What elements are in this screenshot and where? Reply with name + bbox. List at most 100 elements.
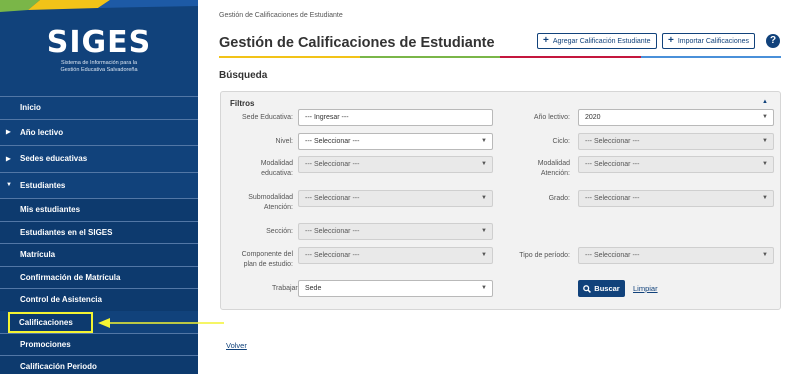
sidebar-item-mis-estudiantes[interactable]: Mis estudiantes <box>0 198 198 221</box>
anio-lectivo-select[interactable]: 2020 ▼ <box>578 109 774 126</box>
chevron-down-icon: ▼ <box>481 285 487 291</box>
logo-subtitle: Sistema de Información para la <box>60 60 138 66</box>
chevron-down-icon: ▼ <box>481 195 487 201</box>
modalidad-educativa-label-line: Modalidad <box>260 160 293 167</box>
componente-label-line: Componente del <box>241 251 293 258</box>
componente-value: --- Seleccionar --- <box>305 252 360 259</box>
grado-value: --- Seleccionar --- <box>585 195 640 202</box>
anio-lectivo-value: 2020 <box>585 114 601 121</box>
modalidad-educativa-select[interactable]: --- Seleccionar --- ▼ <box>298 156 493 173</box>
modalidad-educativa-label-line: educativa: <box>261 170 293 177</box>
caret-down-icon: ▼ <box>6 182 12 189</box>
sidebar-item-label: Estudiantes en el SIGES <box>20 227 113 237</box>
modalidad-atencion-label-line: Atención: <box>540 170 570 177</box>
sidebar-item-sedes[interactable]: ▶ Sedes educativas <box>0 145 198 172</box>
logo[interactable]: SIGES Sistema de Información para la Ges… <box>0 26 198 74</box>
componente-select[interactable]: --- Seleccionar --- ▼ <box>298 247 493 264</box>
grado-label: Grado: <box>548 195 570 202</box>
modalidad-atencion-label-line: Modalidad <box>537 160 570 167</box>
search-button-label: Buscar <box>594 284 620 293</box>
ciclo-select[interactable]: --- Seleccionar --- ▼ <box>578 133 774 150</box>
seccion-value: --- Seleccionar --- <box>305 228 360 235</box>
submodalidad-label-line: Atención: <box>263 204 293 211</box>
sidebar-item-inicio[interactable]: Inicio <box>0 96 198 119</box>
sidebar-item-control-asistencia[interactable]: Control de Asistencia <box>0 288 198 311</box>
sidebar-item-confirmacion-matricula[interactable]: Confirmación de Matrícula <box>0 265 198 288</box>
sidebar-item-label: Sedes educativas <box>20 154 88 164</box>
nivel-select[interactable]: --- Seleccionar --- ▼ <box>298 133 493 150</box>
trabajar-con-value: Sede <box>305 285 322 292</box>
componente-label-line: plan de estudio: <box>243 261 293 268</box>
page-title: Gestión de Calificaciones de Estudiante <box>219 35 495 51</box>
sidebar-item-label: Control de Asistencia <box>20 295 102 305</box>
collapse-icon[interactable]: ▲ <box>762 99 768 105</box>
sidebar-item-label: Calificación Periodo <box>20 362 97 372</box>
sidebar-item-label: Calificaciones <box>19 317 73 327</box>
sidebar-item-label: Inicio <box>20 103 41 113</box>
tipo-periodo-select[interactable]: --- Seleccionar --- ▼ <box>578 247 774 264</box>
chevron-down-icon: ▼ <box>762 195 768 201</box>
seccion-label: Sección: <box>266 228 293 235</box>
caret-right-icon: ▶ <box>6 129 11 136</box>
componente-label: Componente del plan de estudio: <box>223 250 293 270</box>
add-grade-button[interactable]: + Agregar Calificación Estudiante <box>537 33 657 49</box>
plus-icon: + <box>668 35 674 46</box>
logo-title: SIGES <box>46 25 152 60</box>
seccion-select[interactable]: --- Seleccionar --- ▼ <box>298 223 493 240</box>
anio-lectivo-label: Año lectivo: <box>533 114 570 121</box>
submodalidad-value: --- Seleccionar --- <box>305 195 360 202</box>
sidebar-item-calificaciones[interactable]: Calificaciones <box>8 311 93 333</box>
sede-label: Sede Educativa: <box>242 114 293 121</box>
add-grade-button-label: Agregar Calificación Estudiante <box>552 37 651 45</box>
annotation-arrow-icon <box>98 318 224 328</box>
sidebar-item-label: Promociones <box>20 339 71 349</box>
logo-subtitle: Gestión Educativa Salvadoreña <box>60 67 138 73</box>
logo-stripes <box>0 0 198 12</box>
plus-icon: + <box>543 35 549 46</box>
sidebar-item-matricula[interactable]: Matrícula <box>0 243 198 266</box>
modalidad-educativa-label: Modalidad educativa: <box>223 159 293 179</box>
sidebar-nav: Inicio ▶ Año lectivo ▶ Sedes educativas ▼ E… <box>0 96 198 374</box>
sidebar-item-anio-lectivo[interactable]: ▶ Año lectivo <box>0 118 198 146</box>
sidebar-item-estudiantes[interactable]: ▼ Estudiantes <box>0 171 198 199</box>
chevron-down-icon: ▼ <box>481 138 487 144</box>
sidebar-item-label: Año lectivo <box>20 127 64 137</box>
submodalidad-select[interactable]: --- Seleccionar --- ▼ <box>298 190 493 207</box>
submodalidad-label-line: Submodalidad <box>248 194 293 201</box>
help-icon[interactable]: ? <box>766 34 780 48</box>
trabajar-con-select[interactable]: Sede ▼ <box>298 280 493 297</box>
chevron-down-icon: ▼ <box>762 114 768 120</box>
grado-select[interactable]: --- Seleccionar --- ▼ <box>578 190 774 207</box>
sede-input[interactable]: --- Ingresar --- <box>298 109 493 126</box>
tipo-periodo-label: Tipo de período: <box>519 252 570 259</box>
nivel-value: --- Seleccionar --- <box>305 138 360 145</box>
filters-panel: Filtros ▲ Sede Educativa: --- Ingresar -… <box>220 91 781 310</box>
back-link[interactable]: Volver <box>226 341 247 350</box>
sidebar-item-promociones[interactable]: Promociones <box>0 332 198 355</box>
chevron-down-icon: ▼ <box>762 138 768 144</box>
color-bar <box>219 56 781 58</box>
submodalidad-label: Submodalidad Atención: <box>223 193 293 213</box>
modalidad-atencion-value: --- Seleccionar --- <box>585 161 640 168</box>
search-button[interactable]: Buscar <box>578 280 625 297</box>
sidebar-item-label: Mis estudiantes <box>20 205 81 215</box>
ciclo-label: Ciclo: <box>552 138 570 145</box>
sede-placeholder: --- Ingresar --- <box>305 114 349 121</box>
breadcrumb[interactable]: Gestión de Calificaciones de Estudiante <box>219 12 343 19</box>
tipo-periodo-value: --- Seleccionar --- <box>585 252 640 259</box>
import-grades-button-label: Importar Calificaciones <box>677 37 750 45</box>
chevron-down-icon: ▼ <box>481 228 487 234</box>
modalidad-atencion-select[interactable]: --- Seleccionar --- ▼ <box>578 156 774 173</box>
clear-link[interactable]: Limpiar <box>633 284 658 293</box>
modalidad-educativa-value: --- Seleccionar --- <box>305 161 360 168</box>
section-title: Búsqueda <box>219 70 268 81</box>
chevron-down-icon: ▼ <box>762 252 768 258</box>
chevron-down-icon: ▼ <box>762 161 768 167</box>
nivel-label: Nivel: <box>275 138 293 145</box>
filters-title: Filtros <box>230 99 255 108</box>
chevron-down-icon: ▼ <box>481 161 487 167</box>
sidebar-item-label: Matrícula <box>20 250 56 260</box>
sidebar-item-estudiantes-siges[interactable]: Estudiantes en el SIGES <box>0 220 198 243</box>
sidebar-item-calificacion-periodo[interactable]: Calificación Periodo <box>0 355 198 374</box>
import-grades-button[interactable]: + Importar Calificaciones <box>662 33 756 49</box>
